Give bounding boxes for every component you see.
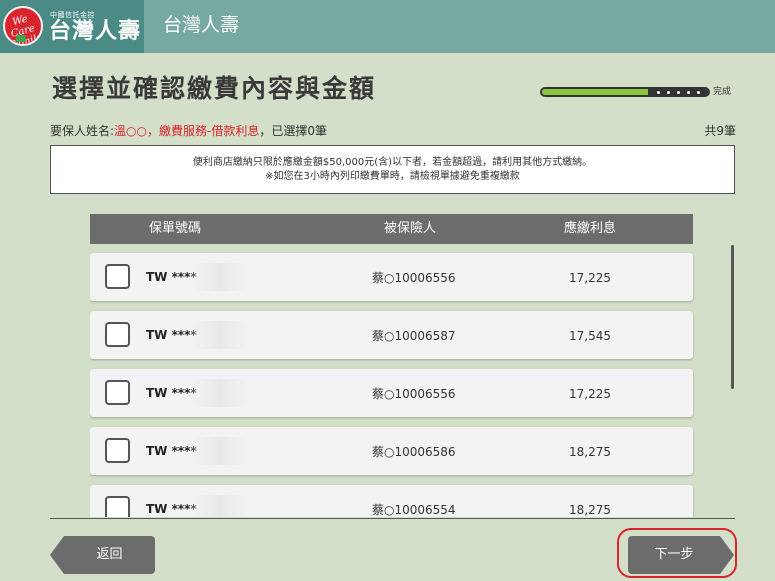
selected-count: ，已選擇0筆 (259, 124, 327, 138)
interest-amount: 17,225 (569, 271, 611, 285)
column-header-policy: 保單號碼 (148, 221, 201, 236)
next-step-button[interactable]: 下一步 (628, 536, 734, 574)
progress-dot (667, 91, 670, 94)
brand-logo[interactable]: We Care Family 中國信託金控 台灣人壽 (0, 0, 144, 53)
progress-dot (697, 91, 700, 94)
table-header: 保單號碼 被保險人 應繳利息 (90, 214, 693, 244)
interest-amount: 18,275 (569, 503, 611, 517)
notice-line-2: ※如您在3小時內列印繳費單時，請檢視單據避免重複繳款 (265, 171, 520, 182)
policy-holder-info: 要保人姓名:溫○○，繳費服務-借款利息，已選擇0筆 (50, 123, 327, 139)
page-title: 選擇並確認繳費內容與金額 (52, 74, 377, 103)
progress-label: 完成 (713, 87, 732, 97)
payment-notice: 便利商店繳納只限於應繳金額$50,000元(含)以下者，若金額超過，請利用其他方… (50, 145, 735, 194)
progress-dot (687, 91, 690, 94)
interest-amount: 18,275 (569, 445, 611, 459)
insured-person: 蔡○10006586 (372, 445, 456, 459)
interest-amount: 17,545 (569, 329, 611, 343)
insured-person: 蔡○10006587 (372, 329, 456, 343)
progress-fill (542, 89, 652, 95)
row-checkbox[interactable] (105, 380, 130, 405)
footer-divider (50, 518, 735, 519)
total-count: 共9筆 (704, 124, 736, 138)
insured-person: 蔡○10006556 (372, 387, 456, 401)
masked-region (190, 379, 250, 407)
service-type: 繳費服務-借款利息 (159, 124, 260, 138)
column-header-insured: 被保險人 (383, 221, 436, 236)
table-row[interactable]: TW **** 蔡○10006587 17,545 (90, 311, 693, 359)
row-checkbox[interactable] (105, 496, 130, 517)
masked-region (190, 321, 250, 349)
family-logo-icon: We Care Family (3, 6, 43, 46)
info-separator: ， (147, 124, 160, 138)
interest-amount: 17,225 (569, 387, 611, 401)
table-row[interactable]: TW **** 蔡○10006554 18,275 (90, 485, 693, 517)
holder-name: 溫○○ (114, 124, 147, 138)
leaf-icon (16, 35, 26, 42)
insured-person: 蔡○10006554 (372, 503, 456, 517)
masked-region (190, 263, 250, 291)
list-scrollbar[interactable] (731, 245, 734, 389)
progress-dot (677, 91, 680, 94)
table-row[interactable]: TW **** 蔡○10006556 17,225 (90, 369, 693, 417)
row-checkbox[interactable] (105, 264, 130, 289)
step-progress-bar (540, 87, 710, 97)
header-title: 台灣人壽 (163, 14, 240, 36)
notice-line-1: 便利商店繳納只限於應繳金額$50,000元(含)以下者，若金額超過，請利用其他方… (192, 157, 593, 168)
table-row[interactable]: TW **** 蔡○10006556 17,225 (90, 253, 693, 301)
holder-label: 要保人姓名: (50, 124, 115, 138)
logo-name: 台灣人壽 (49, 19, 142, 44)
insured-person: 蔡○10006556 (372, 271, 456, 285)
back-button[interactable]: 返回 (50, 536, 155, 574)
table-row[interactable]: TW **** 蔡○10006586 18,275 (90, 427, 693, 475)
header-bar: We Care Family 中國信託金控 台灣人壽 台灣人壽 (0, 0, 775, 53)
masked-region (190, 437, 250, 465)
row-checkbox[interactable] (105, 438, 130, 463)
row-checkbox[interactable] (105, 322, 130, 347)
masked-region (190, 495, 250, 517)
policy-list[interactable]: TW **** 蔡○10006556 17,225 TW **** 蔡○1000… (90, 252, 700, 517)
progress-dot (657, 91, 660, 94)
column-header-interest: 應繳利息 (563, 221, 616, 236)
